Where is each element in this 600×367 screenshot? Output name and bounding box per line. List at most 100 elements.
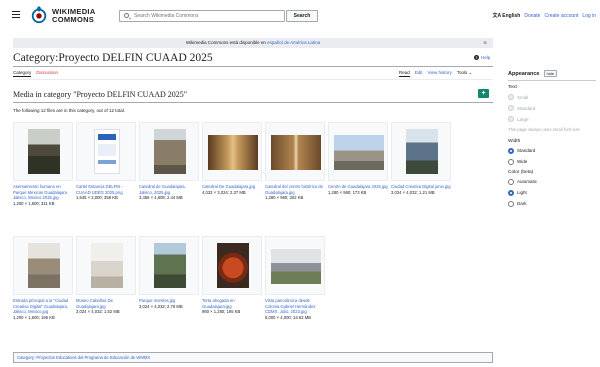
file-thumbnail[interactable] — [76, 236, 136, 295]
gallery-item[interactable]: Entrada principal a la "Ciudad Creativa … — [13, 236, 73, 321]
color-light-option[interactable]: Light — [508, 189, 596, 196]
file-thumbnail[interactable] — [76, 122, 136, 181]
banner-language-link[interactable]: español de América Latina — [267, 40, 320, 45]
thumbnail-image — [406, 129, 438, 174]
chevron-down-icon: ⌄ — [468, 70, 473, 75]
color-dark-option[interactable]: Dark — [508, 200, 596, 207]
file-thumbnail[interactable] — [391, 122, 451, 181]
search-button[interactable]: Search — [286, 10, 318, 22]
gallery-item[interactable]: Vista panorámica desde Colonia Gabriel H… — [265, 236, 325, 321]
thumbnail-image — [271, 135, 321, 170]
radio-button[interactable] — [508, 116, 514, 122]
width-standard-option[interactable]: Standard — [508, 147, 596, 154]
file-name-link[interactable]: Vista panorámica desde Colonia Gabriel H… — [265, 298, 325, 315]
close-icon[interactable]: ⊗ — [483, 38, 487, 48]
file-name-link[interactable]: Asentamiento humano en Parque Mexicas Gu… — [13, 184, 73, 201]
site-wordmark[interactable]: WIKIMEDIA COMMONS — [52, 8, 96, 23]
file-name-link[interactable]: Cartel Estancia DELFIN - CUAAD UDEG 2025… — [76, 184, 136, 195]
radio-button[interactable] — [508, 200, 514, 207]
text-size-standard-option[interactable]: Standard — [508, 105, 596, 111]
gallery-item[interactable]: Ciudad Creativa Digital junio.jpg 3,024 … — [391, 122, 451, 195]
language-label: English — [502, 13, 521, 19]
file-thumbnail[interactable] — [139, 122, 199, 181]
tab-edit[interactable]: Edit — [415, 70, 423, 77]
tab-view-history[interactable]: View history — [428, 70, 452, 77]
tab-discussion[interactable]: Discussion — [36, 70, 58, 77]
option-label: Automatic — [517, 179, 538, 184]
category-links-box: Category: Proyectos Educativos del Progr… — [13, 352, 493, 363]
language-button[interactable]: 文A English — [492, 12, 520, 19]
file-name-link[interactable]: Torta ahogada en Guadalajara.jpg — [202, 298, 262, 309]
file-caption: Ciudad Creativa Digital junio.jpg 3,024 … — [391, 184, 451, 195]
tab-category[interactable]: Category — [13, 70, 32, 77]
option-label: Small — [517, 94, 529, 100]
search-box[interactable] — [119, 10, 285, 22]
option-label: Light — [517, 190, 527, 195]
width-wide-option[interactable]: Wide — [508, 158, 596, 165]
appearance-panel: Appearance hide Text Small Standard Larg… — [508, 70, 596, 212]
radio-button[interactable] — [508, 178, 514, 185]
file-name-link[interactable]: Museo Cabañas De Guadalajara.jpg — [76, 298, 136, 309]
file-thumbnail[interactable] — [13, 236, 73, 295]
gallery-item[interactable]: Catedral De Guadalajara.jpg 4,032 × 3,02… — [202, 122, 262, 195]
file-caption: Asentamiento humano en Parque Mexicas Gu… — [13, 184, 73, 207]
file-count-text: The following 12 files are in this categ… — [13, 108, 125, 113]
radio-button[interactable] — [508, 105, 514, 111]
file-thumbnail[interactable] — [13, 122, 73, 181]
thumbnail-image — [154, 129, 186, 174]
gallery-item[interactable]: Parque morelos.jpg 3,024 × 4,032; 2.76 M… — [139, 236, 199, 309]
file-thumbnail[interactable] — [328, 122, 388, 181]
file-name-link[interactable]: Catedral del centro histórico de Guadala… — [265, 184, 325, 195]
gallery-item[interactable]: Catedral de Guadalajara, Jalisco, 2025.j… — [139, 122, 199, 201]
tabs-divider — [13, 79, 493, 80]
tab-read[interactable]: Read — [399, 70, 410, 77]
login-link[interactable]: Log in — [582, 13, 596, 19]
file-name-link[interactable]: Catedral de Guadalajara, Jalisco, 2025.j… — [139, 184, 199, 195]
donate-link[interactable]: Donate — [524, 13, 540, 19]
create-account-link[interactable]: Create account — [544, 13, 578, 19]
color-automatic-option[interactable]: Automatic — [508, 178, 596, 185]
add-files-button[interactable]: + — [478, 89, 489, 98]
text-size-large-option[interactable]: Large — [508, 116, 596, 122]
file-name-link[interactable]: Catedral De Guadalajara.jpg — [202, 184, 262, 190]
file-thumbnail[interactable] — [265, 236, 325, 295]
width-heading: Width — [508, 138, 521, 144]
tab-tools[interactable]: Tools ⌄ — [457, 70, 473, 77]
radio-button-selected[interactable] — [508, 189, 514, 196]
file-thumbnail[interactable] — [139, 236, 199, 295]
gallery-item[interactable]: Asentamiento humano en Parque Mexicas Gu… — [13, 122, 73, 207]
radio-button[interactable] — [508, 158, 514, 165]
file-thumbnail[interactable] — [202, 122, 262, 181]
parent-category-link[interactable]: Category: Proyectos Educativos del Progr… — [17, 355, 150, 360]
file-name-link[interactable]: Ciudad Creativa Digital junio.jpg — [391, 184, 451, 190]
file-caption: Entrada principal a la "Ciudad Creativa … — [13, 298, 73, 321]
file-name-link[interactable]: Centro de Guadalajara 2025.jpg — [328, 184, 388, 190]
file-thumbnail[interactable] — [265, 122, 325, 181]
gallery-item[interactable]: Cartel Estancia DELFIN - CUAAD UDEG 2025… — [76, 122, 136, 201]
thumbnail-image — [91, 243, 123, 288]
thumbnail-image — [208, 135, 258, 170]
radio-button-selected[interactable] — [508, 147, 514, 154]
file-meta: 3,024 × 4,032; 2.76 MB — [139, 303, 183, 309]
file-name-link[interactable]: Entrada principal a la "Ciudad Creativa … — [13, 298, 73, 315]
wikimedia-commons-logo[interactable] — [30, 6, 48, 24]
search-input[interactable] — [134, 11, 282, 21]
file-thumbnail[interactable] — [202, 236, 262, 295]
gallery-item[interactable]: Centro de Guadalajara 2025.jpg 1,280 × 9… — [328, 122, 388, 195]
hide-button[interactable]: hide — [543, 70, 558, 77]
help-link[interactable]: ? Help — [474, 55, 490, 60]
text-size-note: This page always uses small font size — [508, 127, 580, 132]
radio-button[interactable] — [508, 94, 514, 100]
file-meta: 1,280 × 960; 173 KB — [328, 189, 367, 195]
file-caption: Centro de Guadalajara 2025.jpg 1,280 × 9… — [328, 184, 388, 195]
text-size-small-option[interactable]: Small — [508, 94, 596, 100]
file-caption: Torta ahogada en Guadalajara.jpg 960 × 1… — [202, 298, 262, 315]
file-caption: Catedral del centro histórico de Guadala… — [265, 184, 325, 201]
color-heading: Color (beta) — [508, 169, 534, 175]
gallery-item[interactable]: Catedral del centro histórico de Guadala… — [265, 122, 325, 201]
wordmark-line2: COMMONS — [52, 14, 95, 24]
gallery-item[interactable]: Torta ahogada en Guadalajara.jpg 960 × 1… — [202, 236, 262, 315]
gallery-item[interactable]: Museo Cabañas De Guadalajara.jpg 3,024 ×… — [76, 236, 136, 315]
file-meta: 1,200 × 1,600; 195 KB — [13, 315, 55, 321]
hamburger-menu-icon[interactable] — [12, 11, 20, 18]
